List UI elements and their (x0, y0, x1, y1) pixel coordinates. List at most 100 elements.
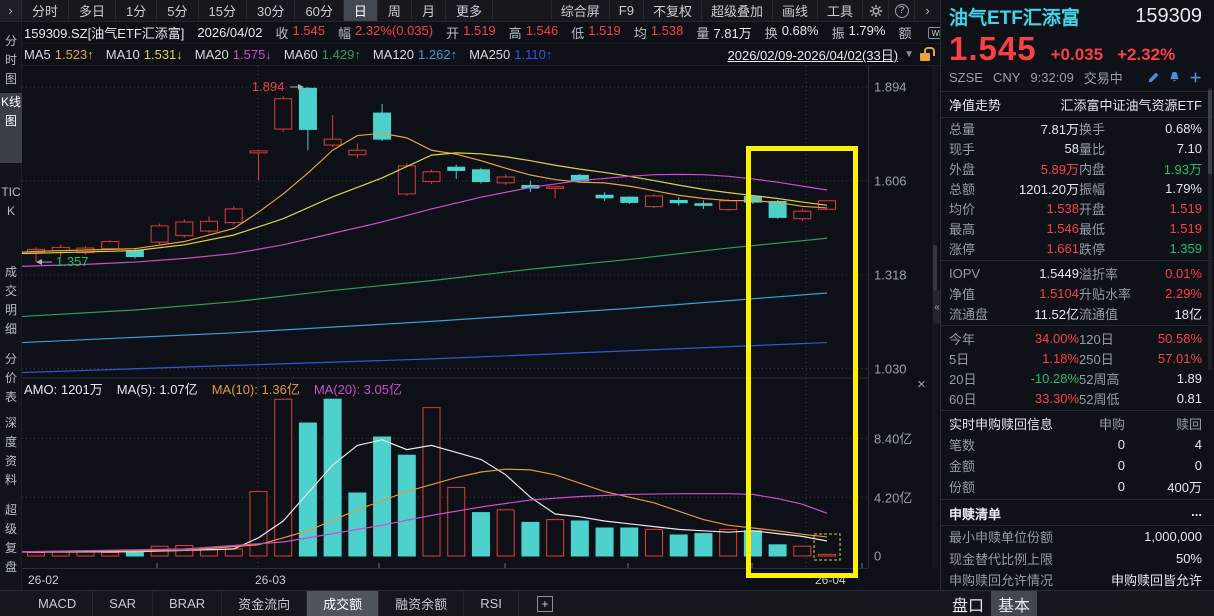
volume-tick: 4.20亿 (874, 488, 912, 507)
quote-row: 总量7.81万换手0.68% (941, 118, 1214, 138)
sidebar-item-K线图[interactable]: K线图 (0, 93, 22, 163)
gear-icon[interactable] (862, 0, 888, 21)
list-row-最小申赎单位份额: 最小申赎单位份额1,000,000 (941, 526, 1214, 548)
quote-strip: 159309.SZ[油气ETF汇添富] 2026/04/02 收1.545幅2.… (0, 22, 940, 44)
edit-icon[interactable] (1147, 71, 1160, 84)
sidebar-item-深度资料[interactable]: 深度资料 (0, 414, 22, 482)
chart-canvas: 1.8941.357 (22, 66, 868, 568)
symbol-label: 159309.SZ[油气ETF汇添富] (24, 23, 184, 42)
period-tab-更多[interactable]: 更多 (446, 0, 493, 21)
period-tab-5分[interactable]: 5分 (157, 0, 198, 21)
close-indicator-icon[interactable]: × (917, 378, 926, 392)
indicator-tab-成交额[interactable]: 成交额 (307, 591, 379, 616)
quote-row: 总额1201.20万振幅1.79% (941, 178, 1214, 198)
stock-code: 159309 (1135, 5, 1202, 28)
time-tick-26-02: 26-02 (28, 573, 59, 587)
rt-subscribe-header: 实时申购赎回信息 申购 赎回 (941, 413, 1214, 434)
amo-ma5-label: MA(5): 1.07亿 (117, 379, 198, 398)
perf-row: 20日-10.28%52周高1.89 (941, 368, 1214, 388)
ma-field-MA10: MA101.531↓ (106, 47, 183, 62)
price-change-pct: +2.32% (1117, 45, 1175, 65)
last-price: 1.545 (949, 30, 1037, 68)
performance-rows: 今年34.00%120日50.58%5日1.18%250日57.01%20日-1… (941, 328, 1214, 408)
indicator-tab-融资余额[interactable]: 融资余额 (379, 591, 464, 616)
collapse-sidebar-icon[interactable]: › (0, 0, 22, 21)
amo-ma20-label: MA(20): 3.05亿 (314, 379, 402, 398)
toolbar-more-icon[interactable]: › (914, 0, 940, 21)
panel-scrollbar-thumb[interactable] (1208, 90, 1212, 174)
period-tab-多日[interactable]: 多日 (69, 0, 116, 21)
quote-field-低: 低1.519 (571, 23, 621, 42)
toolbar-tools: 综合屏F9不复权超级叠加画线工具 ? › (551, 0, 940, 21)
period-tab-月[interactable]: 月 (412, 0, 446, 21)
sidebar-item-分时图[interactable]: 分时图 (0, 32, 22, 90)
period-tab-15分[interactable]: 15分 (199, 0, 247, 21)
quote-row: 最高1.546最低1.519 (941, 218, 1214, 238)
perf-row: 今年34.00%120日50.58% (941, 328, 1214, 348)
amo-label: AMO: 1201万 (24, 379, 103, 398)
price-change: +0.035 (1051, 45, 1103, 65)
rt-row-笔数: 笔数04 (941, 434, 1214, 455)
time-tick-26-04: 26-04 (815, 573, 846, 587)
etf-row: IOPV1.5449溢折率0.01% (941, 263, 1214, 283)
date-range-control[interactable]: 2026/02/09-2026/04/02(33日) ▼ (728, 45, 930, 64)
stock-name: 油气ETF汇添富 (949, 3, 1080, 30)
quote-date: 2026/04/02 (197, 25, 262, 40)
help-icon[interactable]: ? (888, 0, 914, 21)
quote-field-高: 高1.546 (509, 23, 559, 42)
quote-field-振: 振1.79% (832, 23, 886, 42)
ma-strip: MA51.523↑MA101.531↓MA201.575↓MA601.429↑M… (0, 44, 940, 66)
sidebar-item-分价表[interactable]: 分价表 (0, 350, 22, 402)
panel-tab-盘口[interactable]: 盘口 (945, 591, 991, 616)
indicator-tab-SAR[interactable]: SAR (93, 591, 153, 616)
tool-工具[interactable]: 工具 (817, 0, 862, 21)
indicator-tab-RSI[interactable]: RSI (464, 591, 519, 616)
bell-icon[interactable] (1168, 71, 1181, 84)
add-indicator-icon[interactable]: + (537, 596, 553, 612)
unlock-icon[interactable] (920, 53, 930, 61)
etf-row: 流通盘11.52亿流通值18亿 (941, 303, 1214, 323)
chevron-down-icon[interactable]: ▼ (904, 49, 914, 60)
tool-超级叠加[interactable]: 超级叠加 (701, 0, 772, 21)
indicator-tab-BRAR[interactable]: BRAR (153, 591, 222, 616)
tool-画线[interactable]: 画线 (772, 0, 817, 21)
more-ellipsis-icon[interactable]: ... (1191, 504, 1202, 523)
price-axis: 1.8941.6061.3181.030 8.40亿4.20亿0 × (868, 66, 940, 568)
period-tab-1分[interactable]: 1分 (116, 0, 157, 21)
period-tab-30分[interactable]: 30分 (247, 0, 295, 21)
add-watch-icon[interactable] (1189, 71, 1202, 84)
period-tab-分时[interactable]: 分时 (22, 0, 69, 21)
etf-row: 净值1.5104升贴水率2.29% (941, 283, 1214, 303)
period-tab-60分[interactable]: 60分 (295, 0, 343, 21)
etf-full-name: 汇添富中证油气资源ETF (1060, 95, 1202, 114)
sidebar-item-成交明细[interactable]: 成交明细 (0, 263, 22, 335)
ma-field-MA120: MA1201.262↑ (373, 47, 457, 62)
tool-F9[interactable]: F9 (609, 0, 643, 21)
quote-row: 均价1.538开盘1.519 (941, 198, 1214, 218)
kline-chart[interactable]: 1.8941.357 (22, 66, 868, 568)
volume-indicator-labels: AMO: 1201万 MA(5): 1.07亿 MA(10): 1.36亿 MA… (24, 380, 402, 396)
tool-不复权[interactable]: 不复权 (643, 0, 701, 21)
quote-field-开: 开1.519 (446, 23, 496, 42)
ma-field-MA5: MA51.523↑ (24, 47, 94, 62)
indicator-tab-bar: MACDSARBRAR资金流向成交额融资余额RSI + (0, 590, 940, 616)
price-tick: 1.030 (874, 361, 907, 376)
period-tab-周[interactable]: 周 (378, 0, 412, 21)
indicator-tab-资金流向[interactable]: 资金流向 (222, 591, 307, 616)
price-tick: 1.606 (874, 173, 907, 188)
sidebar-item-超级复盘[interactable]: 超级复盘 (0, 501, 22, 571)
tool-综合屏[interactable]: 综合屏 (551, 0, 609, 21)
indicator-tab-MACD[interactable]: MACD (22, 591, 93, 616)
panel-tab-基本[interactable]: 基本 (991, 591, 1037, 616)
period-tabs: 分时多日1分5分15分30分60分日周月更多 (22, 0, 493, 21)
quote-field-量: 量7.81万 (696, 23, 751, 42)
panel-tab-bar: 盘口基本 (940, 590, 1214, 616)
subscribe-list-header[interactable]: 申赎清单 ... (941, 502, 1214, 526)
quote-panel: 油气ETF汇添富 159309 1.545 +0.035 +2.32% SZSE… (940, 0, 1214, 616)
period-tab-日[interactable]: 日 (344, 0, 378, 21)
nav-trend-label[interactable]: 净值走势 (949, 95, 1001, 114)
quote-field-均: 均1.538 (634, 23, 684, 42)
ma-field-MA60: MA601.429↑ (284, 47, 361, 62)
list-row-申购赎回允许情况: 申购赎回允许情况申购赎回皆允许 (941, 569, 1214, 591)
sidebar-item-TICK[interactable]: TICK (0, 183, 22, 245)
